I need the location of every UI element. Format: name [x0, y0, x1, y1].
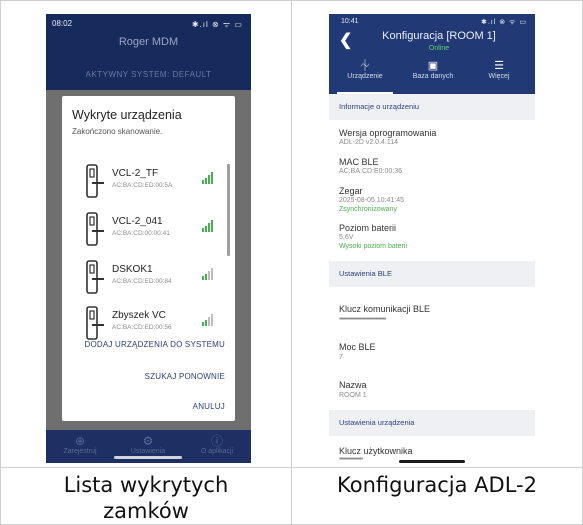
mac-ble-label: MAC BLE: [339, 157, 379, 167]
detected-devices-dialog: Wykryte urządzenia Zakończono skanowanie…: [62, 96, 235, 421]
nav-settings[interactable]: ⚙ Ustawienia: [114, 434, 182, 455]
name-value: ROOM 1: [339, 392, 367, 399]
home-indicator[interactable]: [399, 460, 465, 463]
table-border-center: [291, 0, 292, 525]
device-icon: ⏆: [359, 60, 371, 72]
nav-about-label: O aplikacji: [200, 448, 234, 455]
name-label[interactable]: Nazwa: [339, 380, 367, 390]
status-bar: 08:02 ✱.ıl ⊗ ᯤ ▭: [46, 14, 251, 32]
section-device-info-label: Informacje o urządzeniu: [339, 102, 420, 111]
clock-label[interactable]: Zegar: [339, 186, 363, 196]
device-item[interactable]: DSKOK1 AC:BA:CD:ED:00:84: [78, 258, 228, 302]
nav-settings-label: Ustawienia: [130, 448, 166, 455]
device-name: VCL-2_041: [112, 216, 163, 227]
home-indicator[interactable]: [114, 456, 182, 459]
database-icon: ▣: [427, 60, 439, 72]
device-name: Zbyszek VC: [112, 310, 166, 321]
page-title: Konfiguracja [ROOM 1]: [382, 30, 496, 42]
signal-strength-icon: [202, 220, 216, 232]
nav-register[interactable]: ⊕ Zarejestruj: [46, 434, 114, 455]
mac-ble-value: AC:BA:CD:E0:00:36: [339, 168, 403, 175]
dialog-title: Wykryte urządzenia: [72, 108, 182, 122]
status-bar: 10:41 ✱.ıl ⊗ ᯤ ▭: [329, 14, 535, 28]
device-name: DSKOK1: [112, 264, 153, 275]
battery-label: Poziom baterii: [339, 223, 397, 233]
section-device-settings: Ustawienia urządzenia: [329, 410, 535, 436]
signal-strength-icon: [202, 268, 216, 280]
info-icon: ⓘ: [210, 434, 223, 448]
rescan-button[interactable]: SZUKAJ PONOWNIE: [145, 372, 225, 381]
firmware-value: ADL-2D v2.0.4.114: [339, 139, 399, 146]
nav-register-label: Zarejestruj: [63, 448, 97, 455]
status-time: 10:41: [341, 18, 359, 25]
signal-strength-icon: [202, 172, 216, 184]
door-lock-icon: [86, 306, 104, 340]
device-mac: AC:BA:CD:00:00:41: [112, 230, 170, 237]
ble-key-value: ••••••••••••••••••••••••••••••••: [339, 316, 386, 323]
tab-more[interactable]: ☰ Więcej: [465, 59, 533, 80]
section-device-settings-label: Ustawienia urządzenia: [339, 418, 415, 427]
clock-status: Zsynchronizowany: [339, 206, 397, 213]
door-lock-icon: [86, 164, 104, 198]
dialog-subtitle: Zakończono skanowanie.: [72, 127, 163, 136]
phone-configuration: 10:41 ✱.ıl ⊗ ᯤ ▭ ❮ Konfiguracja [ROOM 1]…: [329, 14, 535, 463]
tab-database-label: Baza danych: [412, 73, 454, 80]
device-item[interactable]: VCL-2_041 AC:BA:CD:00:00:41: [78, 210, 228, 254]
battery-value: 5,6V: [339, 234, 354, 241]
device-mac: AC:BA:CD:ED:00:56: [112, 324, 172, 331]
app-title: Roger MDM: [118, 36, 179, 48]
signal-strength-icon: [202, 314, 216, 326]
caption-right: Konfiguracja ADL-2: [337, 473, 537, 497]
cancel-button[interactable]: ANULUJ: [193, 402, 225, 411]
section-ble-settings: Ustawienia BLE: [329, 261, 535, 287]
online-status: Online: [428, 45, 450, 52]
tab-database[interactable]: ▣ Baza danych: [399, 59, 467, 80]
section-ble-label: Ustawienia BLE: [339, 269, 392, 278]
user-key-label[interactable]: Klucz użytkownika: [339, 446, 413, 456]
gear-icon: ⚙: [142, 434, 154, 448]
firmware-label: Wersja oprogramowania: [339, 128, 437, 138]
section-device-info: Informacje o urządzeniu: [329, 94, 535, 120]
table-border-left: [0, 0, 1, 525]
add-devices-button[interactable]: DODAJ URZĄDZENIA DO SYSTEMU: [84, 340, 225, 349]
app-header: 10:41 ✱.ıl ⊗ ᯤ ▭ ❮ Konfiguracja [ROOM 1]…: [329, 14, 535, 94]
door-lock-icon: [86, 260, 104, 294]
door-lock-icon: [86, 212, 104, 246]
clock-value: 2025-08-05 10:41:45: [339, 197, 404, 204]
tab-more-label: Więcej: [488, 73, 510, 80]
battery-status: Wysoki poziom baterii: [339, 243, 408, 250]
device-mac: AC:BA:CD:ED:00:84: [112, 278, 172, 285]
plus-circle-icon: ⊕: [74, 434, 86, 448]
device-item[interactable]: VCL-2_TF AC:BA:CD:ED:00:5A: [78, 162, 228, 206]
caption-left: Lista wykrytych zamków: [63, 473, 229, 523]
status-icons: ✱.ıl ⊗ ᯤ ▭: [191, 20, 243, 29]
ble-power-value: 7: [339, 354, 343, 361]
device-name: VCL-2_TF: [112, 168, 159, 179]
status-icons: ✱.ıl ⊗ ᯤ ▭: [480, 19, 527, 26]
user-key-value: ••••••••••••••••: [339, 456, 363, 463]
ble-key-label[interactable]: Klucz komunikacji BLE: [339, 304, 430, 314]
tab-device-label: Urządzenie: [347, 73, 383, 80]
device-mac: AC:BA:CD:ED:00:5A: [112, 182, 173, 189]
active-system-label: AKTYWNY SYSTEM: DEFAULT: [85, 70, 212, 79]
ble-power-label[interactable]: Moc BLE: [339, 342, 376, 352]
phone-scan-results: 08:02 ✱.ıl ⊗ ᯤ ▭ Roger MDM AKTYWNY SYSTE…: [46, 14, 251, 463]
tab-device[interactable]: ⏆ Urządzenie: [331, 59, 399, 80]
menu-icon: ☰: [494, 60, 504, 72]
nav-about[interactable]: ⓘ O aplikacji: [183, 434, 251, 455]
status-time: 08:02: [52, 19, 73, 28]
